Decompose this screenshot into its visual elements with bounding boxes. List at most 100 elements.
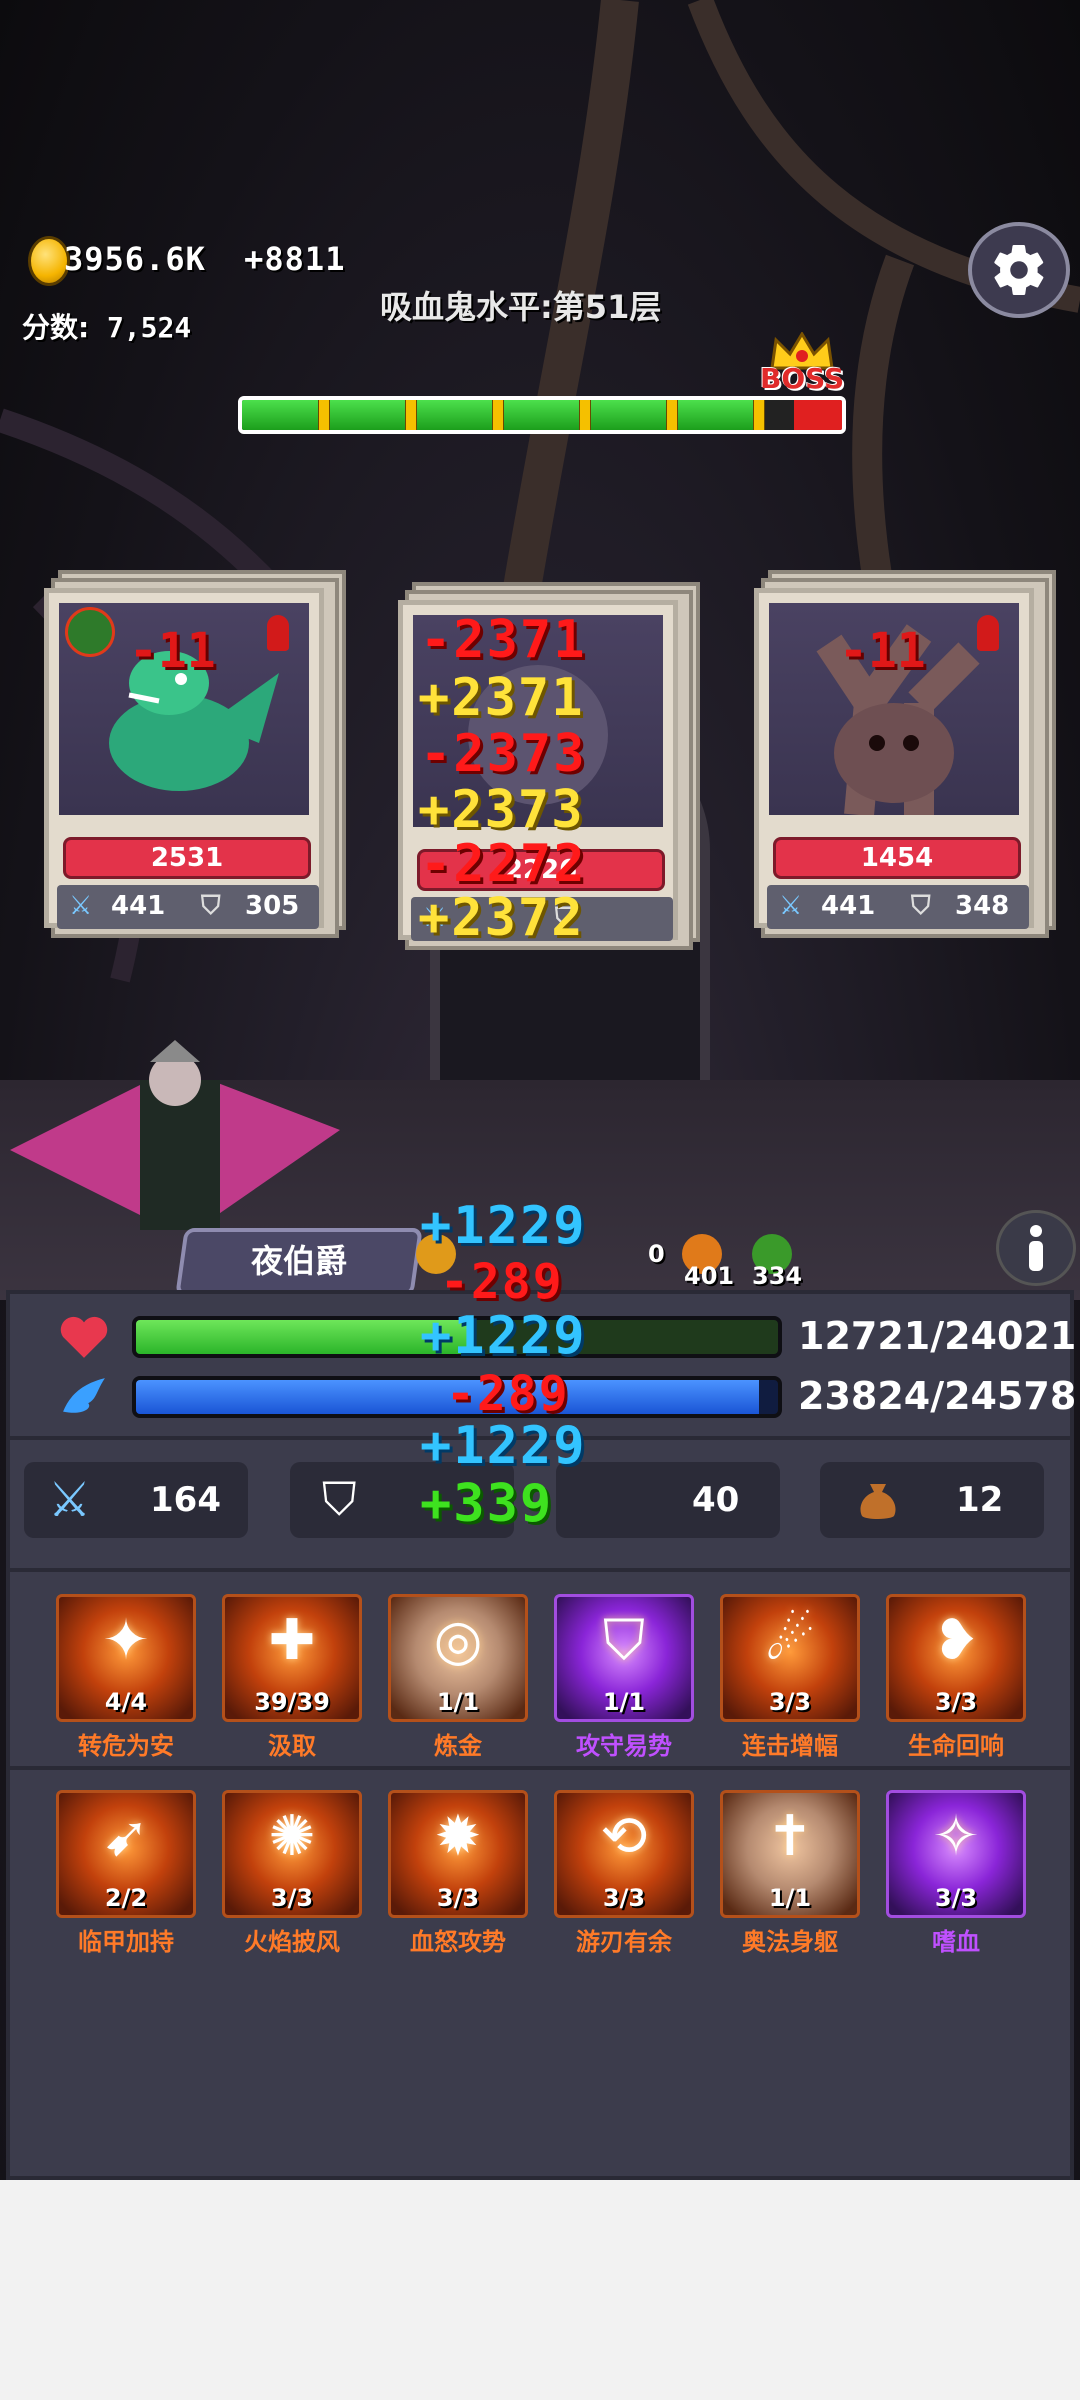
skill-label: 火焰披风 bbox=[244, 1928, 340, 1956]
skill-zhuanwei[interactable]: ✦ 4/4 转危为安 bbox=[56, 1594, 196, 1760]
skill-label: 连击增幅 bbox=[742, 1732, 838, 1760]
skill-lianjin[interactable]: ◎ 1/1 炼金 bbox=[388, 1594, 528, 1760]
skill-aofa[interactable]: ✝ 1/1 奥法身躯 bbox=[720, 1790, 860, 1956]
sword-icon: ⚔ bbox=[48, 1472, 92, 1528]
damage-float: -11 bbox=[129, 623, 216, 679]
enemy-card-dragon[interactable]: -11 2531 ⚔ 441 ⛉ 305 bbox=[44, 570, 346, 938]
sword-icon: ⚔ bbox=[779, 891, 803, 921]
enemy-hp: 2531 bbox=[63, 837, 311, 879]
bounce-icon: ✦ bbox=[102, 1608, 150, 1673]
mana-value: 23824/24578 bbox=[798, 1374, 1077, 1418]
absorb-icon: ✚ bbox=[268, 1608, 316, 1673]
money-bag-icon bbox=[860, 1484, 896, 1519]
score-label: 分数: bbox=[22, 311, 90, 344]
skill-count: 3/3 bbox=[436, 1884, 480, 1912]
floating-heal: +1229 bbox=[420, 1306, 587, 1366]
game-scene: 3956.6K +8811 分数: 7,524 吸血鬼水平:第51层 BOSS bbox=[0, 0, 1080, 2180]
skill-youren[interactable]: ⟲ 3/3 游刃有余 bbox=[554, 1790, 694, 1956]
skill-count: 1/1 bbox=[436, 1688, 480, 1716]
progress-tick bbox=[318, 400, 330, 430]
skill-label: 血怒攻势 bbox=[410, 1928, 506, 1956]
attack-stat: ⚔ 164 bbox=[24, 1462, 248, 1538]
settings-button[interactable] bbox=[968, 222, 1070, 318]
floating-damage: -289 bbox=[440, 1254, 564, 1310]
skill-jiqu[interactable]: ✚ 39/39 汲取 bbox=[222, 1594, 362, 1760]
third-stat: 40 bbox=[556, 1462, 780, 1538]
skill-count: 3/3 bbox=[768, 1688, 812, 1716]
skill-lianji[interactable]: ☄ 3/3 连击增幅 bbox=[720, 1594, 860, 1760]
mini-stat: 0 bbox=[648, 1240, 665, 1268]
floating-heal: +2372 bbox=[418, 888, 585, 948]
shield-icon: ⛉ bbox=[911, 891, 931, 921]
skill-xuenu[interactable]: ✹ 3/3 血怒攻势 bbox=[388, 1790, 528, 1956]
skill-label: 奥法身躯 bbox=[742, 1928, 838, 1956]
bag-value: 12 bbox=[956, 1480, 1004, 1520]
skill-linjia[interactable]: ➹ 2/2 临甲加持 bbox=[56, 1790, 196, 1956]
arcane-icon: ✝ bbox=[766, 1804, 814, 1869]
bloodlust-icon: ✧ bbox=[932, 1804, 980, 1869]
hero-name-tag: 夜伯爵 bbox=[175, 1228, 423, 1296]
progress-tick bbox=[753, 400, 765, 430]
progress-tick bbox=[405, 400, 417, 430]
info-button[interactable] bbox=[996, 1210, 1076, 1286]
skill-count: 3/3 bbox=[270, 1884, 314, 1912]
enemy-portrait: -11 bbox=[769, 603, 1019, 817]
floating-damage: -289 bbox=[446, 1366, 570, 1422]
progress-tick bbox=[666, 400, 678, 430]
floating-heal: +2373 bbox=[418, 780, 585, 840]
skill-label: 生命回响 bbox=[908, 1732, 1004, 1760]
shield-swap-icon: ⛉ bbox=[603, 1608, 645, 1673]
skill-count: 1/1 bbox=[602, 1688, 646, 1716]
alchemy-icon: ◎ bbox=[433, 1608, 483, 1673]
skill-label: 转危为安 bbox=[78, 1732, 174, 1760]
progress-tick bbox=[579, 400, 591, 430]
skill-gongshou[interactable]: ⛉ 1/1 攻守易势 bbox=[554, 1594, 694, 1760]
panel-divider bbox=[10, 1766, 1070, 1770]
boss-label: BOSS bbox=[760, 362, 845, 395]
progress-tick bbox=[492, 400, 504, 430]
bell-icon bbox=[267, 615, 289, 651]
skill-count: 3/3 bbox=[934, 1688, 978, 1716]
shield-icon: ⛉ bbox=[201, 891, 221, 921]
skill-shengming[interactable]: ❥ 3/3 生命回响 bbox=[886, 1594, 1026, 1760]
boss-segment bbox=[794, 400, 842, 430]
floating-damage: -2371 bbox=[420, 610, 587, 670]
mini-stat: 334 bbox=[752, 1262, 803, 1290]
skill-label: 嗜血 bbox=[932, 1928, 980, 1956]
attack-value: 164 bbox=[150, 1480, 221, 1520]
skill-label: 攻守易势 bbox=[576, 1732, 672, 1760]
score-value: 7,524 bbox=[106, 311, 192, 344]
skill-count: 3/3 bbox=[934, 1884, 978, 1912]
third-stat-value: 40 bbox=[692, 1480, 740, 1520]
mini-stat: 401 bbox=[684, 1262, 735, 1290]
floating-heal: +1229 bbox=[420, 1196, 587, 1256]
enemy-card-tree[interactable]: -11 1454 ⚔ 441 ⛉ 348 bbox=[754, 570, 1056, 938]
heart-icon bbox=[60, 1316, 108, 1358]
enemy-defense: 305 bbox=[245, 891, 300, 921]
skill-count: 4/4 bbox=[104, 1688, 148, 1716]
runner-icon: ➹ bbox=[102, 1804, 150, 1869]
combo-icon: ☄ bbox=[764, 1608, 816, 1673]
skill-shixue[interactable]: ✧ 3/3 嗜血 bbox=[886, 1790, 1026, 1956]
sword-icon: ⚔ bbox=[69, 891, 93, 921]
gear-icon bbox=[994, 244, 1044, 295]
bag-stat[interactable]: 12 bbox=[820, 1462, 1044, 1538]
skill-label: 炼金 bbox=[434, 1732, 482, 1760]
enemy-hp: 1454 bbox=[773, 837, 1021, 879]
gold-amount: 3956.6K bbox=[64, 240, 206, 278]
health-value: 12721/24021 bbox=[798, 1314, 1077, 1358]
flame-cloak-icon: ✺ bbox=[268, 1804, 316, 1869]
enemy-portrait: -11 bbox=[59, 603, 309, 815]
bell-icon bbox=[977, 615, 999, 651]
wing-icon bbox=[63, 1378, 105, 1413]
card-face: -11 2531 ⚔ 441 ⛉ 305 bbox=[44, 588, 324, 929]
level-progress-bar bbox=[238, 396, 846, 434]
skill-label: 游刃有余 bbox=[576, 1928, 672, 1956]
blade-icon: ⟲ bbox=[600, 1804, 648, 1869]
enemy-stats: ⚔ 441 ⛉ 305 bbox=[57, 885, 319, 929]
muscle-icon: ❥ bbox=[932, 1608, 980, 1673]
enemy-attack: 441 bbox=[111, 891, 166, 921]
angry-status-icon bbox=[65, 607, 115, 657]
card-face: -11 1454 ⚔ 441 ⛉ 348 bbox=[754, 588, 1034, 929]
skill-huoyan[interactable]: ✺ 3/3 火焰披风 bbox=[222, 1790, 362, 1956]
